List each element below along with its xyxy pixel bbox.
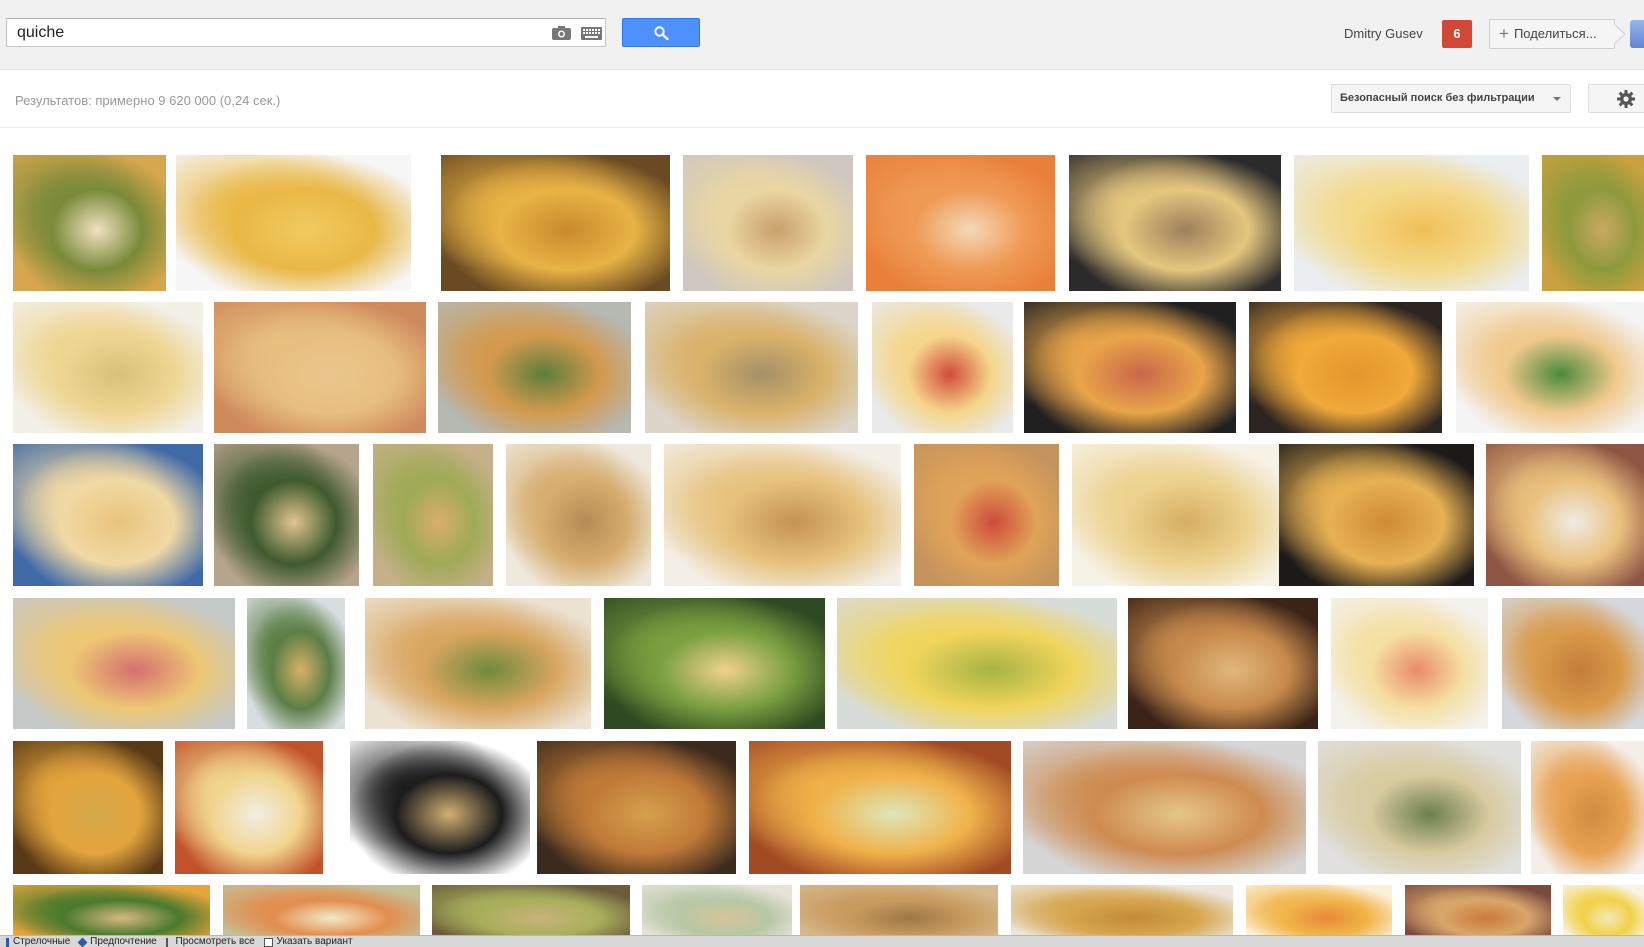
notification-badge[interactable]: 6: [1442, 20, 1472, 48]
image-result-thumbnail[interactable]: [223, 885, 420, 935]
camera-icon[interactable]: [552, 26, 571, 40]
image-result-thumbnail[interactable]: [1294, 155, 1529, 291]
plus-icon: +: [1499, 24, 1509, 43]
bar-icon: [6, 938, 9, 947]
image-result-thumbnail[interactable]: [800, 885, 998, 935]
statusbar-item: Стрелочные: [13, 936, 71, 947]
image-result-thumbnail[interactable]: [749, 741, 1011, 874]
status-bar: Стрелочные Предпочтение Просмотреть все …: [0, 935, 1644, 947]
image-result-thumbnail[interactable]: [537, 741, 736, 874]
image-result-thumbnail[interactable]: [642, 885, 792, 935]
image-result-thumbnail[interactable]: [247, 598, 345, 729]
image-result-thumbnail[interactable]: [506, 444, 651, 586]
image-result-thumbnail[interactable]: [176, 155, 411, 291]
statusbar-item: Просмотреть все: [175, 936, 255, 947]
user-name[interactable]: Dmitry Gusev: [1344, 26, 1423, 41]
image-result-thumbnail[interactable]: [1542, 155, 1644, 291]
image-result-thumbnail[interactable]: [1279, 444, 1474, 586]
dropdown-arrow-icon: [1553, 97, 1561, 101]
image-result-thumbnail[interactable]: [1563, 885, 1644, 935]
search-button[interactable]: [622, 18, 700, 47]
image-result-thumbnail[interactable]: [1318, 741, 1521, 874]
image-result-thumbnail[interactable]: [872, 302, 1013, 433]
image-result-thumbnail[interactable]: [350, 741, 530, 874]
image-result-thumbnail[interactable]: [866, 155, 1055, 291]
image-result-thumbnail[interactable]: [432, 885, 630, 935]
image-result-thumbnail[interactable]: [1531, 741, 1644, 874]
gear-icon: [1617, 90, 1635, 108]
statusbar-item: Указать вариант: [276, 936, 353, 947]
safesearch-label: Безопасный поиск без фильтрации: [1340, 92, 1535, 104]
image-result-thumbnail[interactable]: [1024, 302, 1236, 433]
image-result-thumbnail[interactable]: [1486, 444, 1644, 586]
image-result-thumbnail[interactable]: [1072, 444, 1280, 586]
image-result-thumbnail[interactable]: [214, 302, 426, 433]
share-arrow-icon: [1614, 24, 1626, 44]
checkbox-icon: [263, 938, 273, 947]
image-result-thumbnail[interactable]: [13, 444, 203, 586]
image-results-grid: [0, 0, 1644, 935]
image-result-thumbnail[interactable]: [914, 444, 1059, 586]
image-result-thumbnail[interactable]: [373, 444, 493, 586]
statusbar-item: Предпочтение: [90, 936, 157, 947]
share-label: Поделиться...: [1513, 26, 1597, 41]
keyboard-icon[interactable]: [581, 27, 602, 40]
image-result-thumbnail[interactable]: [13, 302, 203, 433]
search-box[interactable]: [6, 18, 606, 47]
search-input[interactable]: [17, 19, 537, 46]
image-result-thumbnail[interactable]: [214, 444, 359, 586]
image-result-thumbnail[interactable]: [13, 741, 163, 874]
safesearch-dropdown[interactable]: Безопасный поиск без фильтрации: [1331, 84, 1571, 113]
image-result-thumbnail[interactable]: [683, 155, 853, 291]
image-result-thumbnail[interactable]: [13, 598, 235, 729]
image-result-thumbnail[interactable]: [1069, 155, 1281, 291]
image-result-thumbnail[interactable]: [1249, 302, 1442, 433]
avatar[interactable]: [1630, 20, 1644, 48]
image-result-thumbnail[interactable]: [1456, 302, 1644, 433]
header-divider: [0, 127, 1644, 128]
image-result-thumbnail[interactable]: [438, 302, 631, 433]
image-result-thumbnail[interactable]: [1405, 885, 1551, 935]
diamond-icon: [77, 937, 88, 947]
settings-button[interactable]: [1588, 84, 1644, 113]
results-count: Результатов: примерно 9 620 000 (0,24 се…: [15, 93, 281, 108]
pencil-icon: [165, 938, 172, 947]
image-result-thumbnail[interactable]: [664, 444, 901, 586]
top-bar: Dmitry Gusev 6 + Поделиться...: [0, 0, 1644, 70]
image-result-thumbnail[interactable]: [1023, 741, 1306, 874]
image-result-thumbnail[interactable]: [1331, 598, 1488, 729]
image-result-thumbnail[interactable]: [175, 741, 323, 874]
image-result-thumbnail[interactable]: [604, 598, 825, 729]
magnifier-icon: [654, 26, 669, 40]
image-result-thumbnail[interactable]: [441, 155, 670, 291]
image-result-thumbnail[interactable]: [1011, 885, 1233, 935]
image-result-thumbnail[interactable]: [837, 598, 1117, 729]
image-result-thumbnail[interactable]: [1502, 598, 1644, 729]
image-result-thumbnail[interactable]: [13, 885, 210, 935]
image-result-thumbnail[interactable]: [13, 155, 166, 291]
image-result-thumbnail[interactable]: [645, 302, 858, 433]
image-result-thumbnail[interactable]: [1246, 885, 1392, 935]
image-result-thumbnail[interactable]: [365, 598, 591, 729]
share-button[interactable]: + Поделиться...: [1489, 19, 1615, 49]
image-result-thumbnail[interactable]: [1128, 598, 1318, 729]
